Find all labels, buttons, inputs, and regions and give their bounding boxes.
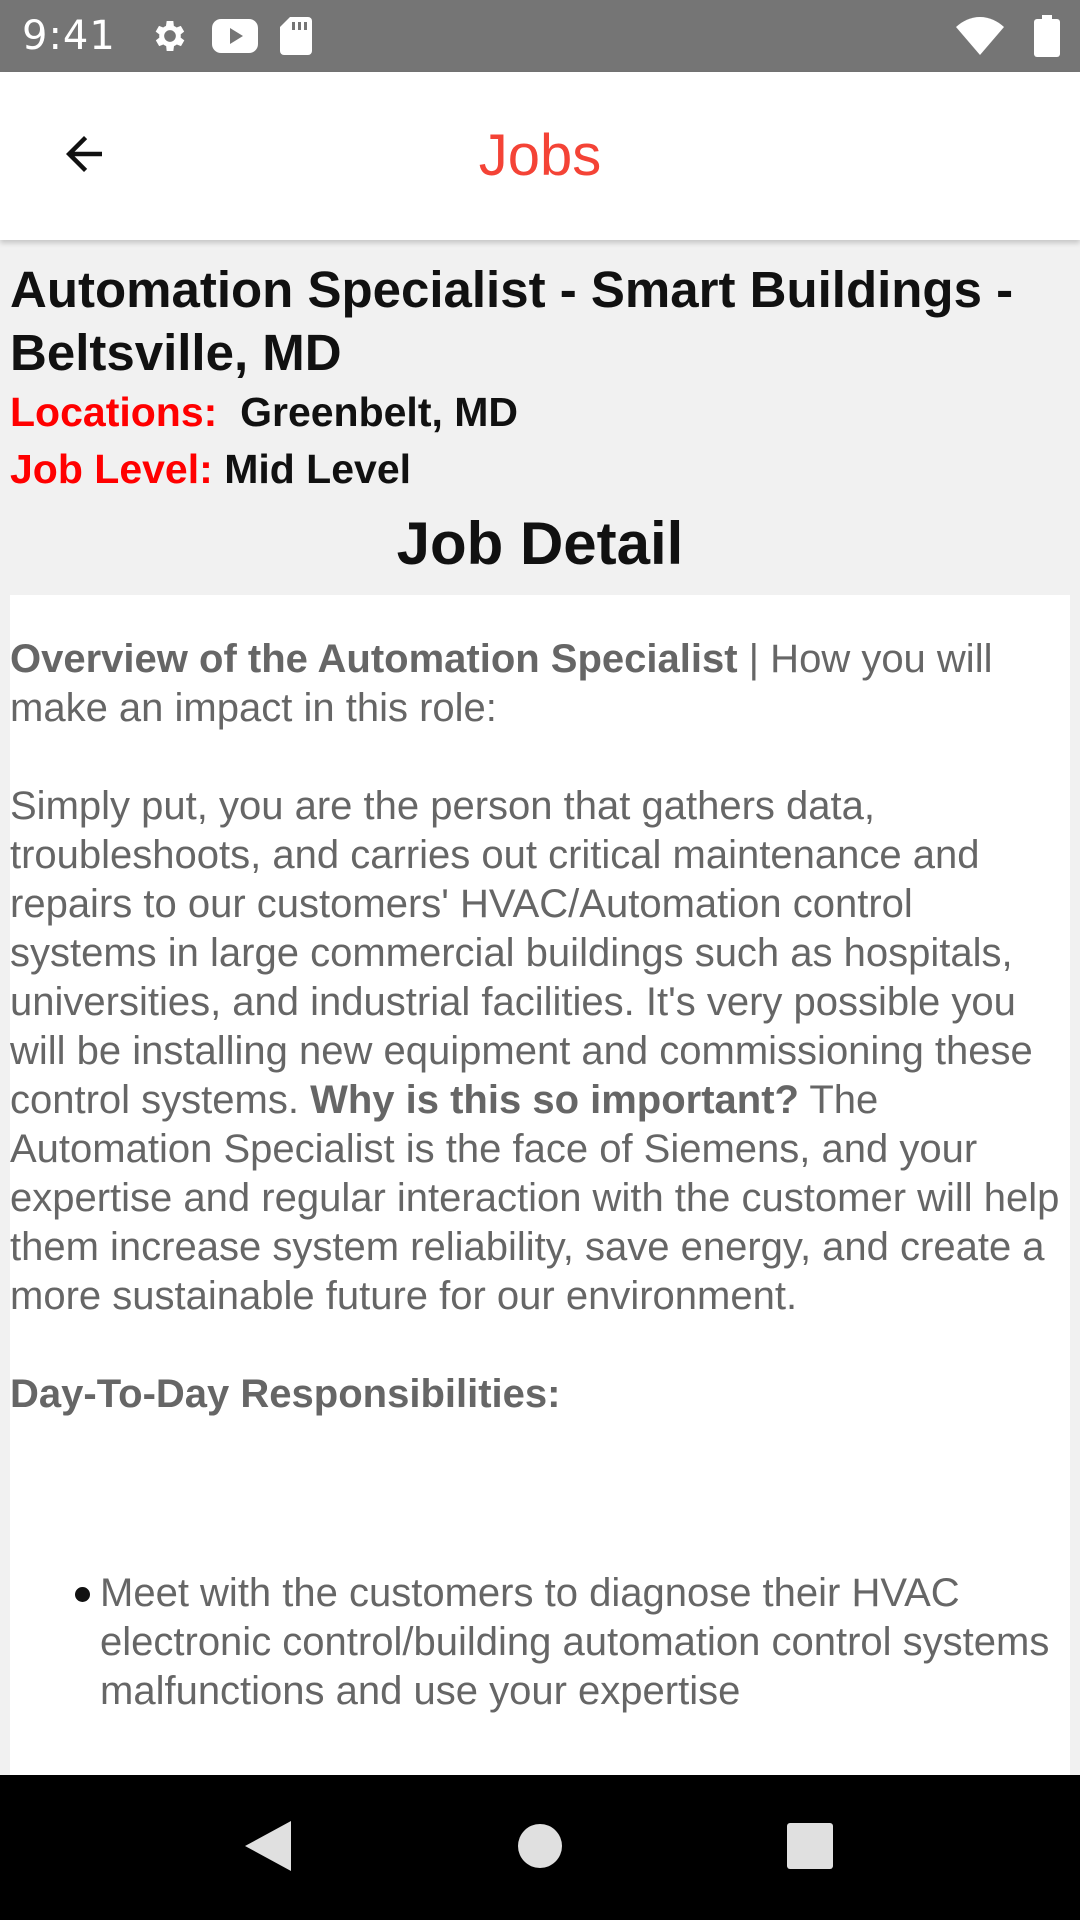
status-bar: 9:41 xyxy=(0,0,1080,72)
overview-paragraph: Overview of the Automation Specialist | … xyxy=(10,635,1070,733)
page-title: Jobs xyxy=(478,123,602,188)
description-bold: Why is this so important? xyxy=(310,1078,799,1122)
list-item: Meet with the customers to diagnose thei… xyxy=(75,1569,1070,1716)
nav-home-button[interactable] xyxy=(500,1775,580,1920)
job-detail-heading: Job Detail xyxy=(396,510,684,577)
status-icons-right xyxy=(956,0,1060,72)
sd-card-icon xyxy=(279,17,312,55)
job-level-value: Mid Level xyxy=(224,446,412,492)
battery-icon xyxy=(1034,15,1060,57)
responsibilities-heading: Day-To-Day Responsibilities: xyxy=(10,1372,561,1416)
description-start: Simply put, you are the person that gath… xyxy=(10,784,1033,1122)
locations-row: Locations: Greenbelt, MD xyxy=(0,384,1080,441)
nav-home-icon xyxy=(517,1823,563,1873)
status-icons-left xyxy=(150,16,312,56)
nav-recents-button[interactable] xyxy=(770,1775,850,1920)
overview-bold: Overview of the Automation Specialist xyxy=(10,637,738,681)
status-time: 9:41 xyxy=(22,13,116,59)
nav-recents-icon xyxy=(787,1822,833,1873)
job-title: Automation Specialist - Smart Buildings … xyxy=(10,261,1014,381)
nav-back-icon xyxy=(245,1820,291,1875)
locations-label: Locations: xyxy=(10,389,218,435)
locations-value: Greenbelt, MD xyxy=(240,389,519,435)
description-paragraph: Simply put, you are the person that gath… xyxy=(10,782,1070,1321)
job-detail-body: Overview of the Automation Specialist | … xyxy=(10,595,1070,1716)
job-header: Automation Specialist - Smart Buildings … xyxy=(0,240,1080,584)
job-detail-card[interactable]: Overview of the Automation Specialist | … xyxy=(10,595,1070,1775)
job-level-label: Job Level: xyxy=(10,446,213,492)
navigation-bar xyxy=(0,1775,1080,1920)
gear-icon xyxy=(150,16,190,56)
app-bar: Jobs xyxy=(0,72,1080,240)
youtube-icon xyxy=(211,19,258,53)
wifi-icon xyxy=(956,17,1004,55)
job-level-row: Job Level: Mid Level xyxy=(0,441,1080,498)
nav-back-button[interactable] xyxy=(228,1775,308,1920)
responsibilities-list: Meet with the customers to diagnose thei… xyxy=(10,1569,1070,1716)
